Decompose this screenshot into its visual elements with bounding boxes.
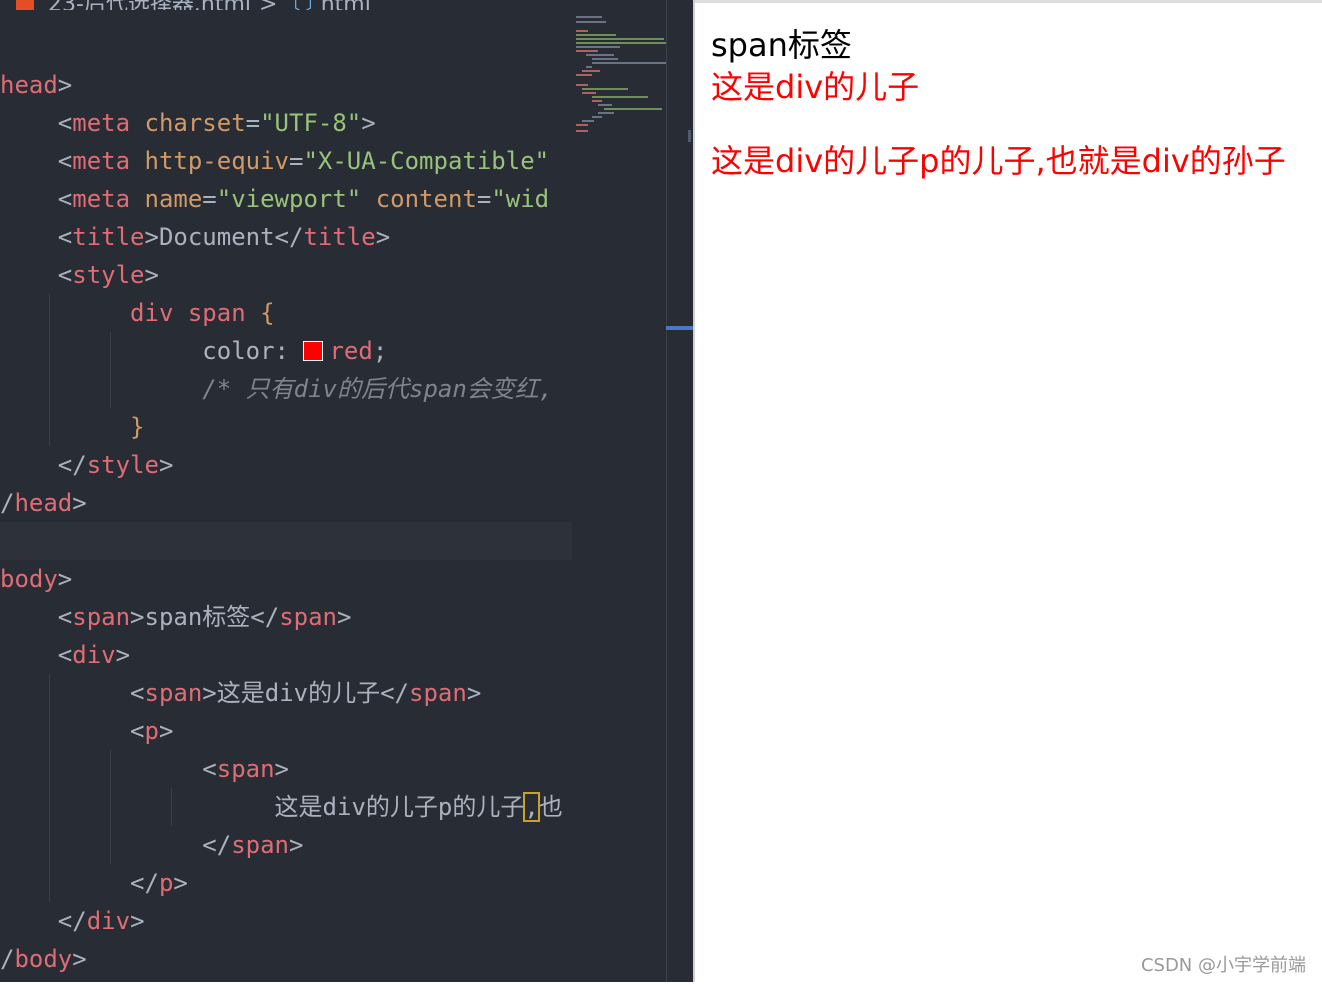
code-line: </style> (57, 451, 174, 479)
minimap-line (576, 74, 592, 76)
minimap-line (592, 62, 666, 64)
preview-span-text: span标签 (711, 26, 852, 64)
minimap-line (592, 100, 602, 102)
code-line: /head> (0, 489, 87, 517)
minimap-line (576, 50, 598, 52)
code-line: <meta http-equiv="X-UA-Compatible" (57, 147, 550, 175)
minimap-line (604, 108, 662, 110)
code-line: 这是div的儿子p的儿子,也 (274, 792, 563, 822)
minimap-line (582, 70, 600, 72)
code-line: <span>这是div的儿子</span> (130, 679, 482, 707)
code-line: } (130, 413, 145, 441)
scrollbar-thumb[interactable] (666, 326, 693, 330)
minimap-line (582, 120, 594, 122)
highlighted-char: , (523, 792, 540, 822)
code-line: </p> (130, 869, 188, 897)
minimap-line (582, 92, 596, 94)
code-line: div span { (130, 299, 275, 327)
minimap-line (592, 58, 618, 60)
minimap-line (576, 46, 620, 48)
watermark: CSDN @小宇学前端 (1140, 955, 1306, 976)
code-line: </div> (57, 907, 145, 935)
code-line: head> (0, 71, 73, 99)
scrollbar-track[interactable] (666, 0, 667, 982)
code-editor[interactable]: 23-后代选择器.html>⬡html head> <meta charset=… (0, 0, 693, 982)
minimap[interactable] (576, 14, 668, 144)
minimap-line (576, 84, 588, 86)
code-line: /* 只有div的后代span会变红, (202, 375, 554, 403)
minimap-line (598, 104, 612, 106)
code-line: <span>span标签</span> (57, 603, 352, 631)
minimap-line (582, 88, 628, 90)
code-line: <p> (130, 717, 174, 745)
minimap-line (576, 38, 664, 40)
code-line: <meta name="viewport" content="wid (57, 185, 550, 213)
code-line: <style> (57, 261, 159, 289)
code-area[interactable]: head> <meta charset="UTF-8"> <meta http-… (0, 0, 572, 982)
code-line: </span> (202, 831, 304, 859)
minimap-line (576, 30, 588, 32)
code-line: /body> (0, 945, 87, 973)
minimap-line (598, 112, 614, 114)
code-line: <meta charset="UTF-8"> (57, 109, 376, 137)
minimap-line (576, 130, 588, 132)
minimap-line (576, 34, 616, 36)
code-line: color: red; (202, 337, 388, 365)
preview-grandchild-text: 这是div的儿子p的儿子,也就是div的孙子 (711, 142, 1286, 180)
minimap-line (586, 54, 614, 56)
browser-preview: span标签 这是div的儿子 这是div的儿子p的儿子,也就是div的孙子 C… (695, 0, 1322, 985)
minimap-line (576, 16, 602, 18)
code-line: <div> (57, 641, 131, 669)
overview-ruler-mark (688, 130, 691, 142)
code-line: <title>Document</title> (57, 223, 391, 251)
minimap-line (576, 21, 606, 23)
code-line: <span> (202, 755, 289, 783)
code-line: body> (0, 565, 73, 593)
preview-div-child-text: 这是div的儿子 (711, 68, 920, 106)
minimap-line (592, 116, 602, 118)
minimap-line (592, 96, 648, 98)
color-swatch-icon[interactable] (303, 341, 324, 361)
current-line (0, 522, 572, 560)
minimap-line (576, 124, 588, 126)
minimap-line (586, 66, 592, 68)
minimap-line (576, 42, 666, 44)
